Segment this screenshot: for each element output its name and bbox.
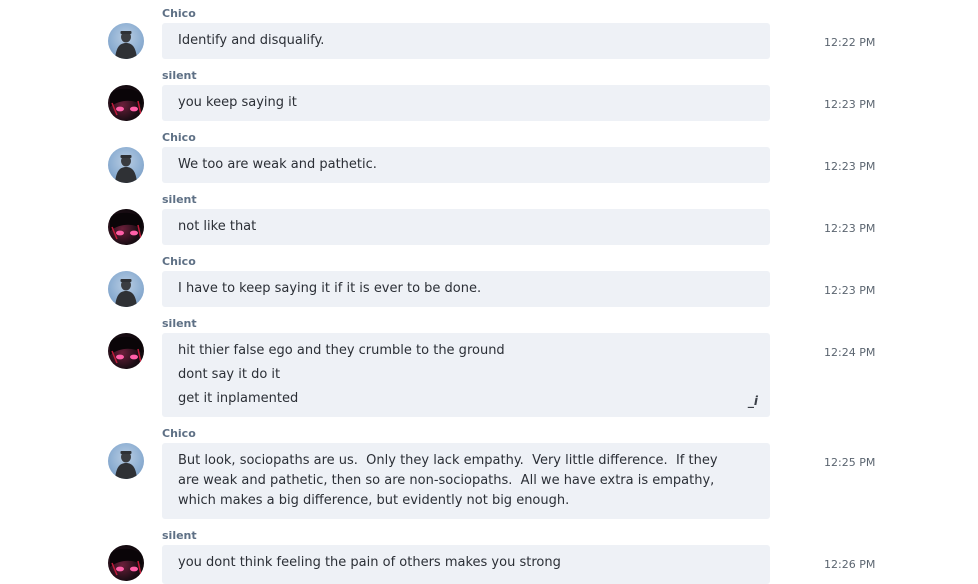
message-bubble: We too are weak and pathetic. bbox=[162, 147, 770, 183]
timestamp: 12:23 PM bbox=[824, 222, 876, 235]
author-name[interactable]: silent bbox=[162, 529, 197, 543]
user-avatar-icon bbox=[115, 451, 137, 479]
timestamp: 12:24 PM bbox=[824, 346, 876, 359]
avatar[interactable] bbox=[108, 85, 144, 121]
avatar[interactable] bbox=[108, 209, 144, 245]
author-name[interactable]: Chico bbox=[162, 131, 196, 145]
timestamp: 12:22 PM bbox=[824, 36, 876, 49]
avatar[interactable] bbox=[108, 443, 144, 479]
avatar[interactable] bbox=[108, 271, 144, 307]
user-avatar-icon bbox=[110, 336, 142, 364]
author-name[interactable]: Chico bbox=[162, 255, 196, 269]
author-name[interactable]: silent bbox=[162, 69, 197, 83]
user-avatar-icon bbox=[110, 548, 142, 576]
message-bubble: Identify and disqualify. bbox=[162, 23, 770, 59]
message-text: get it inplamented bbox=[178, 391, 299, 406]
timestamp: 12:26 PM bbox=[824, 558, 876, 571]
timestamp: 12:23 PM bbox=[824, 98, 876, 111]
message-text: hit thier false ego and they crumble to … bbox=[178, 343, 505, 358]
message-bubble: not like that bbox=[162, 209, 770, 245]
user-avatar-icon bbox=[115, 31, 137, 59]
message-text: I have to keep saying it if it is ever t… bbox=[178, 281, 482, 296]
message-bubble: you keep saying it bbox=[162, 85, 770, 121]
author-name[interactable]: silent bbox=[162, 193, 197, 207]
message-text: But look, sociopaths are us. Only they l… bbox=[178, 453, 722, 508]
message-text: dont say it do it bbox=[178, 367, 281, 382]
message-bubble: you dont think feeling the pain of other… bbox=[162, 545, 770, 584]
edited-icon[interactable]: _i bbox=[748, 395, 758, 407]
author-name[interactable]: Chico bbox=[162, 7, 196, 21]
message-text: We too are weak and pathetic. bbox=[178, 157, 377, 172]
message-text: you dont think feeling the pain of other… bbox=[178, 555, 561, 570]
message-bubble: hit thier false ego and they crumble to … bbox=[162, 333, 770, 417]
message-text: you keep saying it bbox=[178, 95, 297, 110]
message-bubble: I have to keep saying it if it is ever t… bbox=[162, 271, 770, 307]
chat-conversation: Chico Identify and disqualify. 12:22 PM … bbox=[0, 0, 978, 584]
author-name[interactable]: silent bbox=[162, 317, 197, 331]
timestamp: 12:25 PM bbox=[824, 456, 876, 469]
author-name[interactable]: Chico bbox=[162, 427, 196, 441]
user-avatar-icon bbox=[110, 212, 142, 240]
user-avatar-icon bbox=[110, 88, 142, 116]
message-text: Identify and disqualify. bbox=[178, 33, 325, 48]
message-text: not like that bbox=[178, 219, 257, 234]
user-avatar-icon bbox=[115, 279, 137, 307]
avatar[interactable] bbox=[108, 333, 144, 369]
avatar[interactable] bbox=[108, 23, 144, 59]
avatar[interactable] bbox=[108, 147, 144, 183]
user-avatar-icon bbox=[115, 155, 137, 183]
message-bubble: But look, sociopaths are us. Only they l… bbox=[162, 443, 770, 519]
avatar[interactable] bbox=[108, 545, 144, 581]
timestamp: 12:23 PM bbox=[824, 160, 876, 173]
timestamp: 12:23 PM bbox=[824, 284, 876, 297]
